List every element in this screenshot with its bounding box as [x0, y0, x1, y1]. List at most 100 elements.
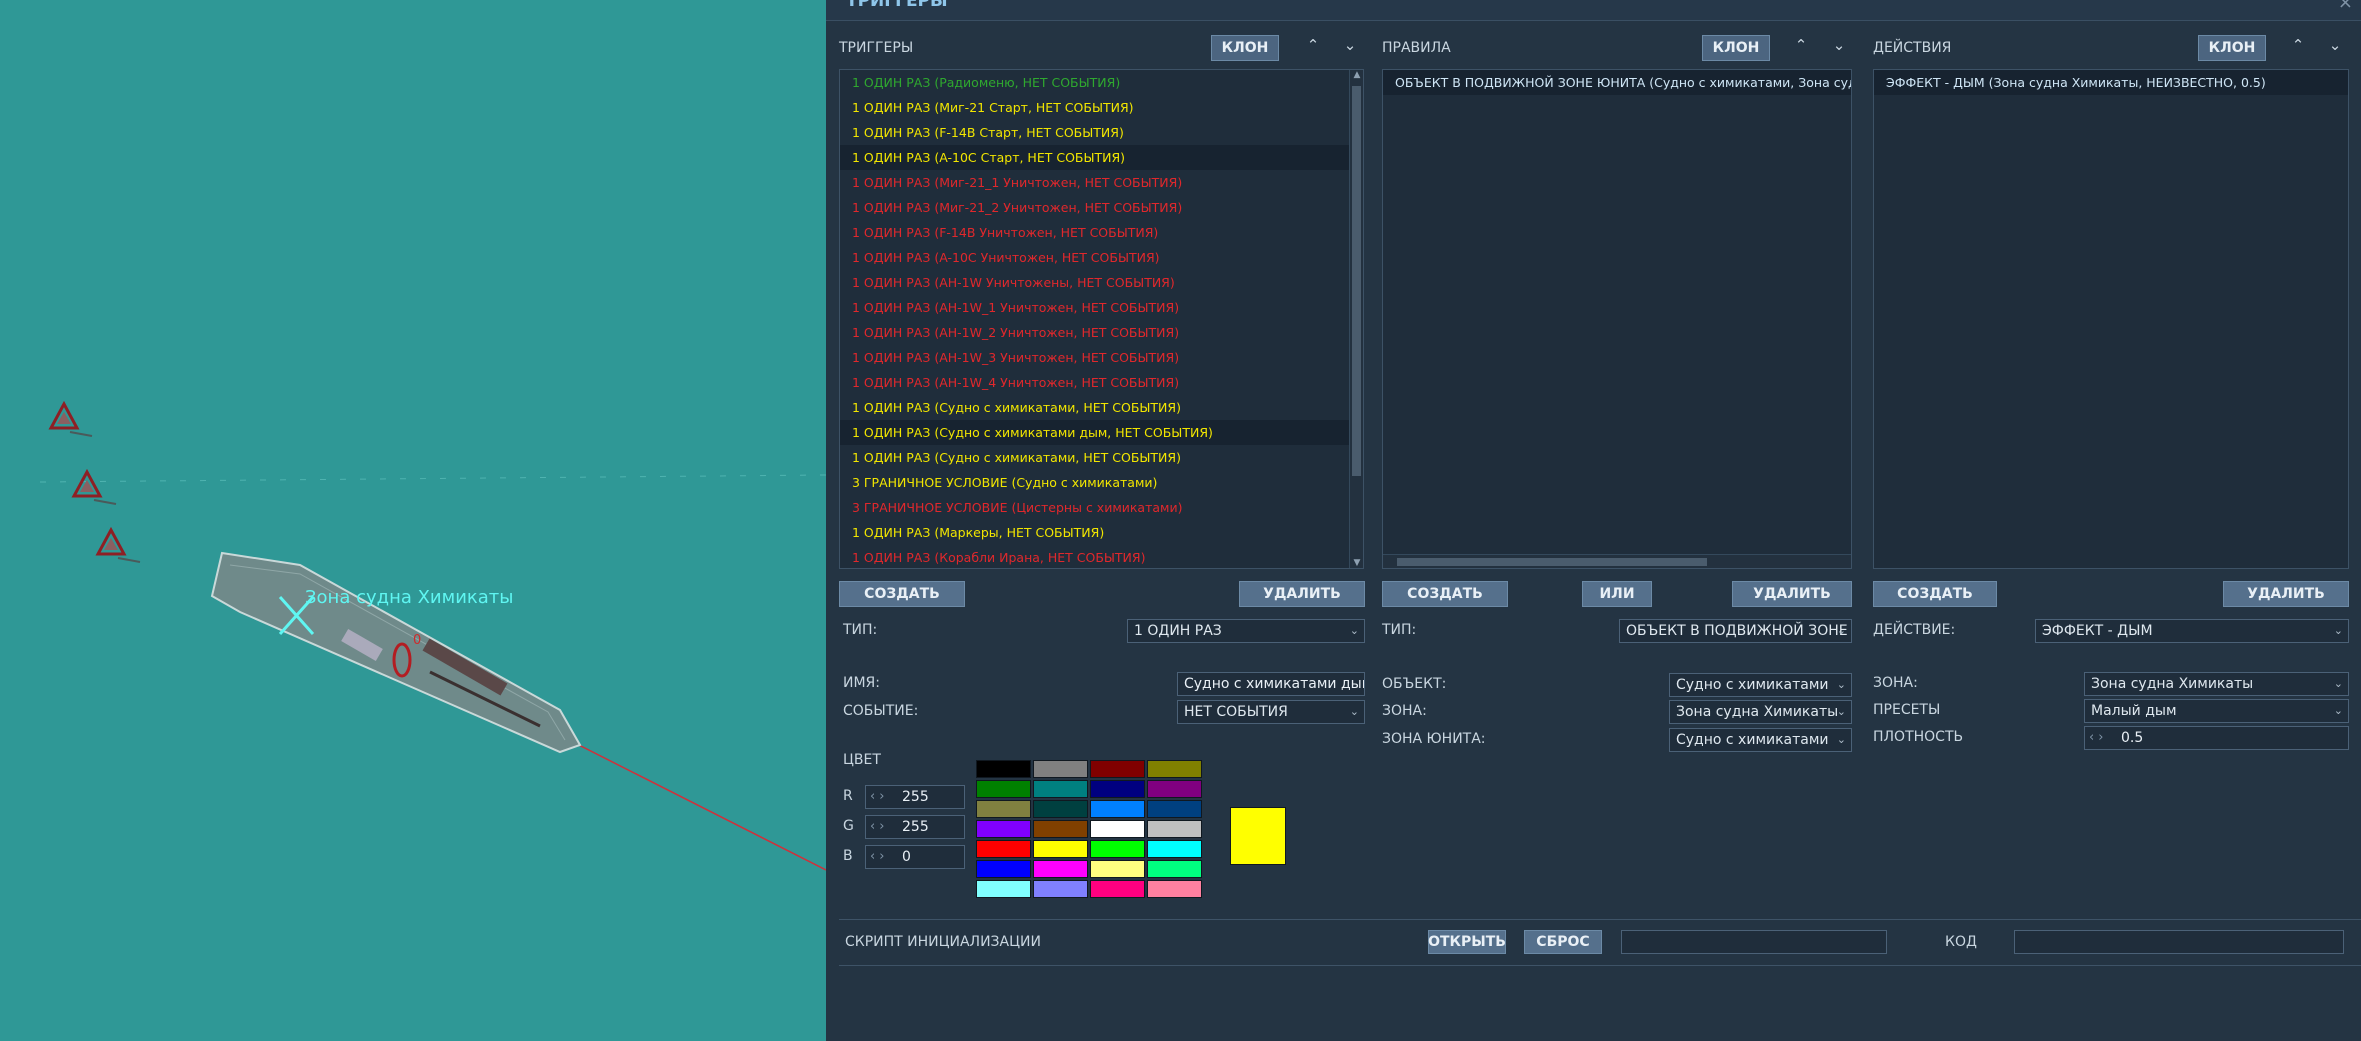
rules-list[interactable]: ОБЪЕКТ В ПОДВИЖНОЙ ЗОНЕ ЮНИТА (Судно с х… — [1382, 69, 1852, 569]
action-density-spinbox[interactable]: ‹› 0.5 — [2084, 726, 2349, 750]
color-swatch[interactable] — [1090, 820, 1145, 838]
color-swatch[interactable] — [1090, 780, 1145, 798]
color-swatch[interactable] — [1090, 880, 1145, 898]
trigger-list-item[interactable]: 1 ОДИН РАЗ (F-14B Уничтожен, НЕТ СОБЫТИЯ… — [840, 220, 1363, 245]
trigger-list-item[interactable]: 1 ОДИН РАЗ (F-14B Старт, НЕТ СОБЫТИЯ) — [840, 120, 1363, 145]
color-swatch[interactable] — [1147, 860, 1202, 878]
rules-hscrollbar[interactable] — [1383, 554, 1851, 568]
scroll-up-icon[interactable]: ▲ — [1350, 70, 1363, 80]
init-script-open-button[interactable]: ОТКРЫТЬ — [1428, 930, 1506, 954]
rules-or-button[interactable]: ИЛИ — [1582, 581, 1652, 607]
actions-create-button[interactable]: СОЗДАТЬ — [1873, 581, 1997, 607]
triggers-move-down-icon[interactable]: ⌄ — [1341, 36, 1359, 54]
rules-clone-button[interactable]: КЛОН — [1702, 35, 1770, 61]
color-swatch[interactable] — [1033, 860, 1088, 878]
color-swatch[interactable] — [1147, 880, 1202, 898]
color-swatch[interactable] — [1090, 840, 1145, 858]
trigger-list-item[interactable]: 1 ОДИН РАЗ (Миг-21_2 Уничтожен, НЕТ СОБЫ… — [840, 195, 1363, 220]
enemy-unit-icon[interactable] — [48, 400, 93, 437]
actions-list[interactable]: ЭФФЕКТ - ДЫМ (Зона судна Химикаты, НЕИЗВ… — [1873, 69, 2349, 569]
triggers-scrollbar[interactable]: ▲ ▼ — [1349, 70, 1363, 568]
color-swatch[interactable] — [1033, 760, 1088, 778]
trigger-list-item[interactable]: 1 ОДИН РАЗ (Маркеры, НЕТ СОБЫТИЯ) — [840, 520, 1363, 545]
trigger-list-item[interactable]: 1 ОДИН РАЗ (A-10C Уничтожен, НЕТ СОБЫТИЯ… — [840, 245, 1363, 270]
scroll-thumb[interactable] — [1352, 86, 1361, 476]
triggers-clone-button[interactable]: КЛОН — [1211, 35, 1279, 61]
rule-object-select[interactable]: Судно с химикатами ⌄ — [1669, 673, 1852, 697]
chemical-ship[interactable] — [210, 551, 582, 754]
code-input[interactable] — [2014, 930, 2344, 954]
color-swatch[interactable] — [1147, 780, 1202, 798]
map-canvas[interactable]: 0 — [0, 0, 826, 1041]
actions-delete-button[interactable]: УДАЛИТЬ — [2223, 581, 2349, 607]
triggers-list[interactable]: 1 ОДИН РАЗ (Радиоменю, НЕТ СОБЫТИЯ) 1 ОДИ… — [839, 69, 1364, 569]
color-swatch[interactable] — [1090, 860, 1145, 878]
enemy-unit-icon[interactable] — [95, 526, 141, 563]
trigger-list-item[interactable]: 1 ОДИН РАЗ (Судно с химикатами дым, НЕТ … — [840, 420, 1363, 445]
color-swatch[interactable] — [1033, 880, 1088, 898]
color-swatch[interactable] — [1033, 800, 1088, 818]
rules-create-button[interactable]: СОЗДАТЬ — [1382, 581, 1508, 607]
rules-move-up-icon[interactable]: ⌃ — [1792, 36, 1810, 54]
action-type-select[interactable]: ЭФФЕКТ - ДЫМ ⌄ — [2035, 619, 2349, 643]
triggers-delete-button[interactable]: УДАЛИТЬ — [1239, 581, 1365, 607]
trigger-list-item[interactable]: 1 ОДИН РАЗ (AH-1W_1 Уничтожен, НЕТ СОБЫТ… — [840, 295, 1363, 320]
color-swatch[interactable] — [1147, 840, 1202, 858]
action-zone-select[interactable]: Зона судна Химикаты ⌄ — [2084, 672, 2349, 696]
trigger-list-item[interactable]: 1 ОДИН РАЗ (Корабли Ирана, НЕТ СОБЫТИЯ) — [840, 545, 1363, 568]
list-item[interactable]: ОБЪЕКТ В ПОДВИЖНОЙ ЗОНЕ ЮНИТА (Судно с х… — [1383, 70, 1851, 95]
list-item[interactable]: ЭФФЕКТ - ДЫМ (Зона судна Химикаты, НЕИЗВ… — [1874, 70, 2348, 95]
spin-arrows-icon[interactable]: ‹› — [870, 846, 888, 868]
color-swatch[interactable] — [976, 880, 1031, 898]
trigger-list-item[interactable]: 1 ОДИН РАЗ (Судно с химикатами, НЕТ СОБЫ… — [840, 395, 1363, 420]
trigger-type-select[interactable]: 1 ОДИН РАЗ ⌄ — [1127, 619, 1365, 643]
actions-move-down-icon[interactable]: ⌄ — [2326, 36, 2344, 54]
trigger-list-item[interactable]: 1 ОДИН РАЗ (Радиоменю, НЕТ СОБЫТИЯ) — [840, 70, 1363, 95]
init-script-file-input[interactable] — [1621, 930, 1887, 954]
trigger-list-item[interactable]: 1 ОДИН РАЗ (Судно с химикатами, НЕТ СОБЫ… — [840, 445, 1363, 470]
color-swatch[interactable] — [1147, 760, 1202, 778]
spin-arrows-icon[interactable]: ‹› — [870, 816, 888, 838]
triggers-create-button[interactable]: СОЗДАТЬ — [839, 581, 965, 607]
actions-move-up-icon[interactable]: ⌃ — [2289, 36, 2307, 54]
color-swatch[interactable] — [976, 820, 1031, 838]
color-swatch[interactable] — [1033, 780, 1088, 798]
trigger-list-item[interactable]: 1 ОДИН РАЗ (AH-1W_2 Уничтожен, НЕТ СОБЫТ… — [840, 320, 1363, 345]
color-swatch[interactable] — [976, 780, 1031, 798]
color-swatch[interactable] — [976, 800, 1031, 818]
init-script-reset-button[interactable]: СБРОС — [1524, 930, 1602, 954]
trigger-list-item[interactable]: 3 ГРАНИЧНОЕ УСЛОВИЕ (Цистерны с химиката… — [840, 495, 1363, 520]
triggers-move-up-icon[interactable]: ⌃ — [1304, 36, 1322, 54]
color-swatch[interactable] — [976, 760, 1031, 778]
spin-arrows-icon[interactable]: ‹› — [2089, 727, 2107, 749]
trigger-list-item[interactable]: 1 ОДИН РАЗ (A-10C Старт, НЕТ СОБЫТИЯ) — [840, 145, 1363, 170]
red-spinbox[interactable]: ‹› 255 — [865, 785, 965, 809]
zone-label[interactable]: Зона судна Химикаты — [305, 587, 514, 608]
color-swatch[interactable] — [976, 860, 1031, 878]
close-icon[interactable]: × — [2338, 0, 2353, 13]
trigger-list-item[interactable]: 1 ОДИН РАЗ (Миг-21_1 Уничтожен, НЕТ СОБЫ… — [840, 170, 1363, 195]
trigger-list-item[interactable]: 1 ОДИН РАЗ (AH-1W_4 Уничтожен, НЕТ СОБЫТ… — [840, 370, 1363, 395]
color-swatch[interactable] — [1090, 800, 1145, 818]
trigger-list-item[interactable]: 3 ГРАНИЧНОЕ УСЛОВИЕ (Судно с химикатами) — [840, 470, 1363, 495]
green-spinbox[interactable]: ‹› 255 — [865, 815, 965, 839]
trigger-list-item[interactable]: 1 ОДИН РАЗ (Миг-21 Старт, НЕТ СОБЫТИЯ) — [840, 95, 1363, 120]
color-swatch[interactable] — [1147, 800, 1202, 818]
spin-arrows-icon[interactable]: ‹› — [870, 786, 888, 808]
trigger-list-item[interactable]: 1 ОДИН РАЗ (AH-1W Уничтожены, НЕТ СОБЫТИ… — [840, 270, 1363, 295]
trigger-name-input[interactable]: Судно с химикатами дым — [1177, 672, 1365, 696]
scroll-thumb[interactable] — [1397, 558, 1707, 566]
rule-unit-zone-select[interactable]: Судно с химикатами ⌄ — [1669, 728, 1852, 752]
trigger-list-item[interactable]: 1 ОДИН РАЗ (AH-1W_3 Уничтожен, НЕТ СОБЫТ… — [840, 345, 1363, 370]
rule-type-select[interactable]: ОБЪЕКТ В ПОДВИЖНОЙ ЗОНЕ ЮНИТА ⌄ — [1619, 619, 1852, 643]
rule-zone-select[interactable]: Зона судна Химикаты ⌄ — [1669, 700, 1852, 724]
enemy-unit-icon[interactable] — [71, 468, 117, 505]
mission-map[interactable]: 0 Зона судна Химикаты — [0, 0, 826, 1041]
color-swatch[interactable] — [1090, 760, 1145, 778]
action-presets-select[interactable]: Малый дым ⌄ — [2084, 699, 2349, 723]
color-palette[interactable] — [976, 760, 1202, 898]
color-swatch[interactable] — [976, 840, 1031, 858]
actions-clone-button[interactable]: КЛОН — [2198, 35, 2266, 61]
color-swatch[interactable] — [1147, 820, 1202, 838]
blue-spinbox[interactable]: ‹› 0 — [865, 845, 965, 869]
